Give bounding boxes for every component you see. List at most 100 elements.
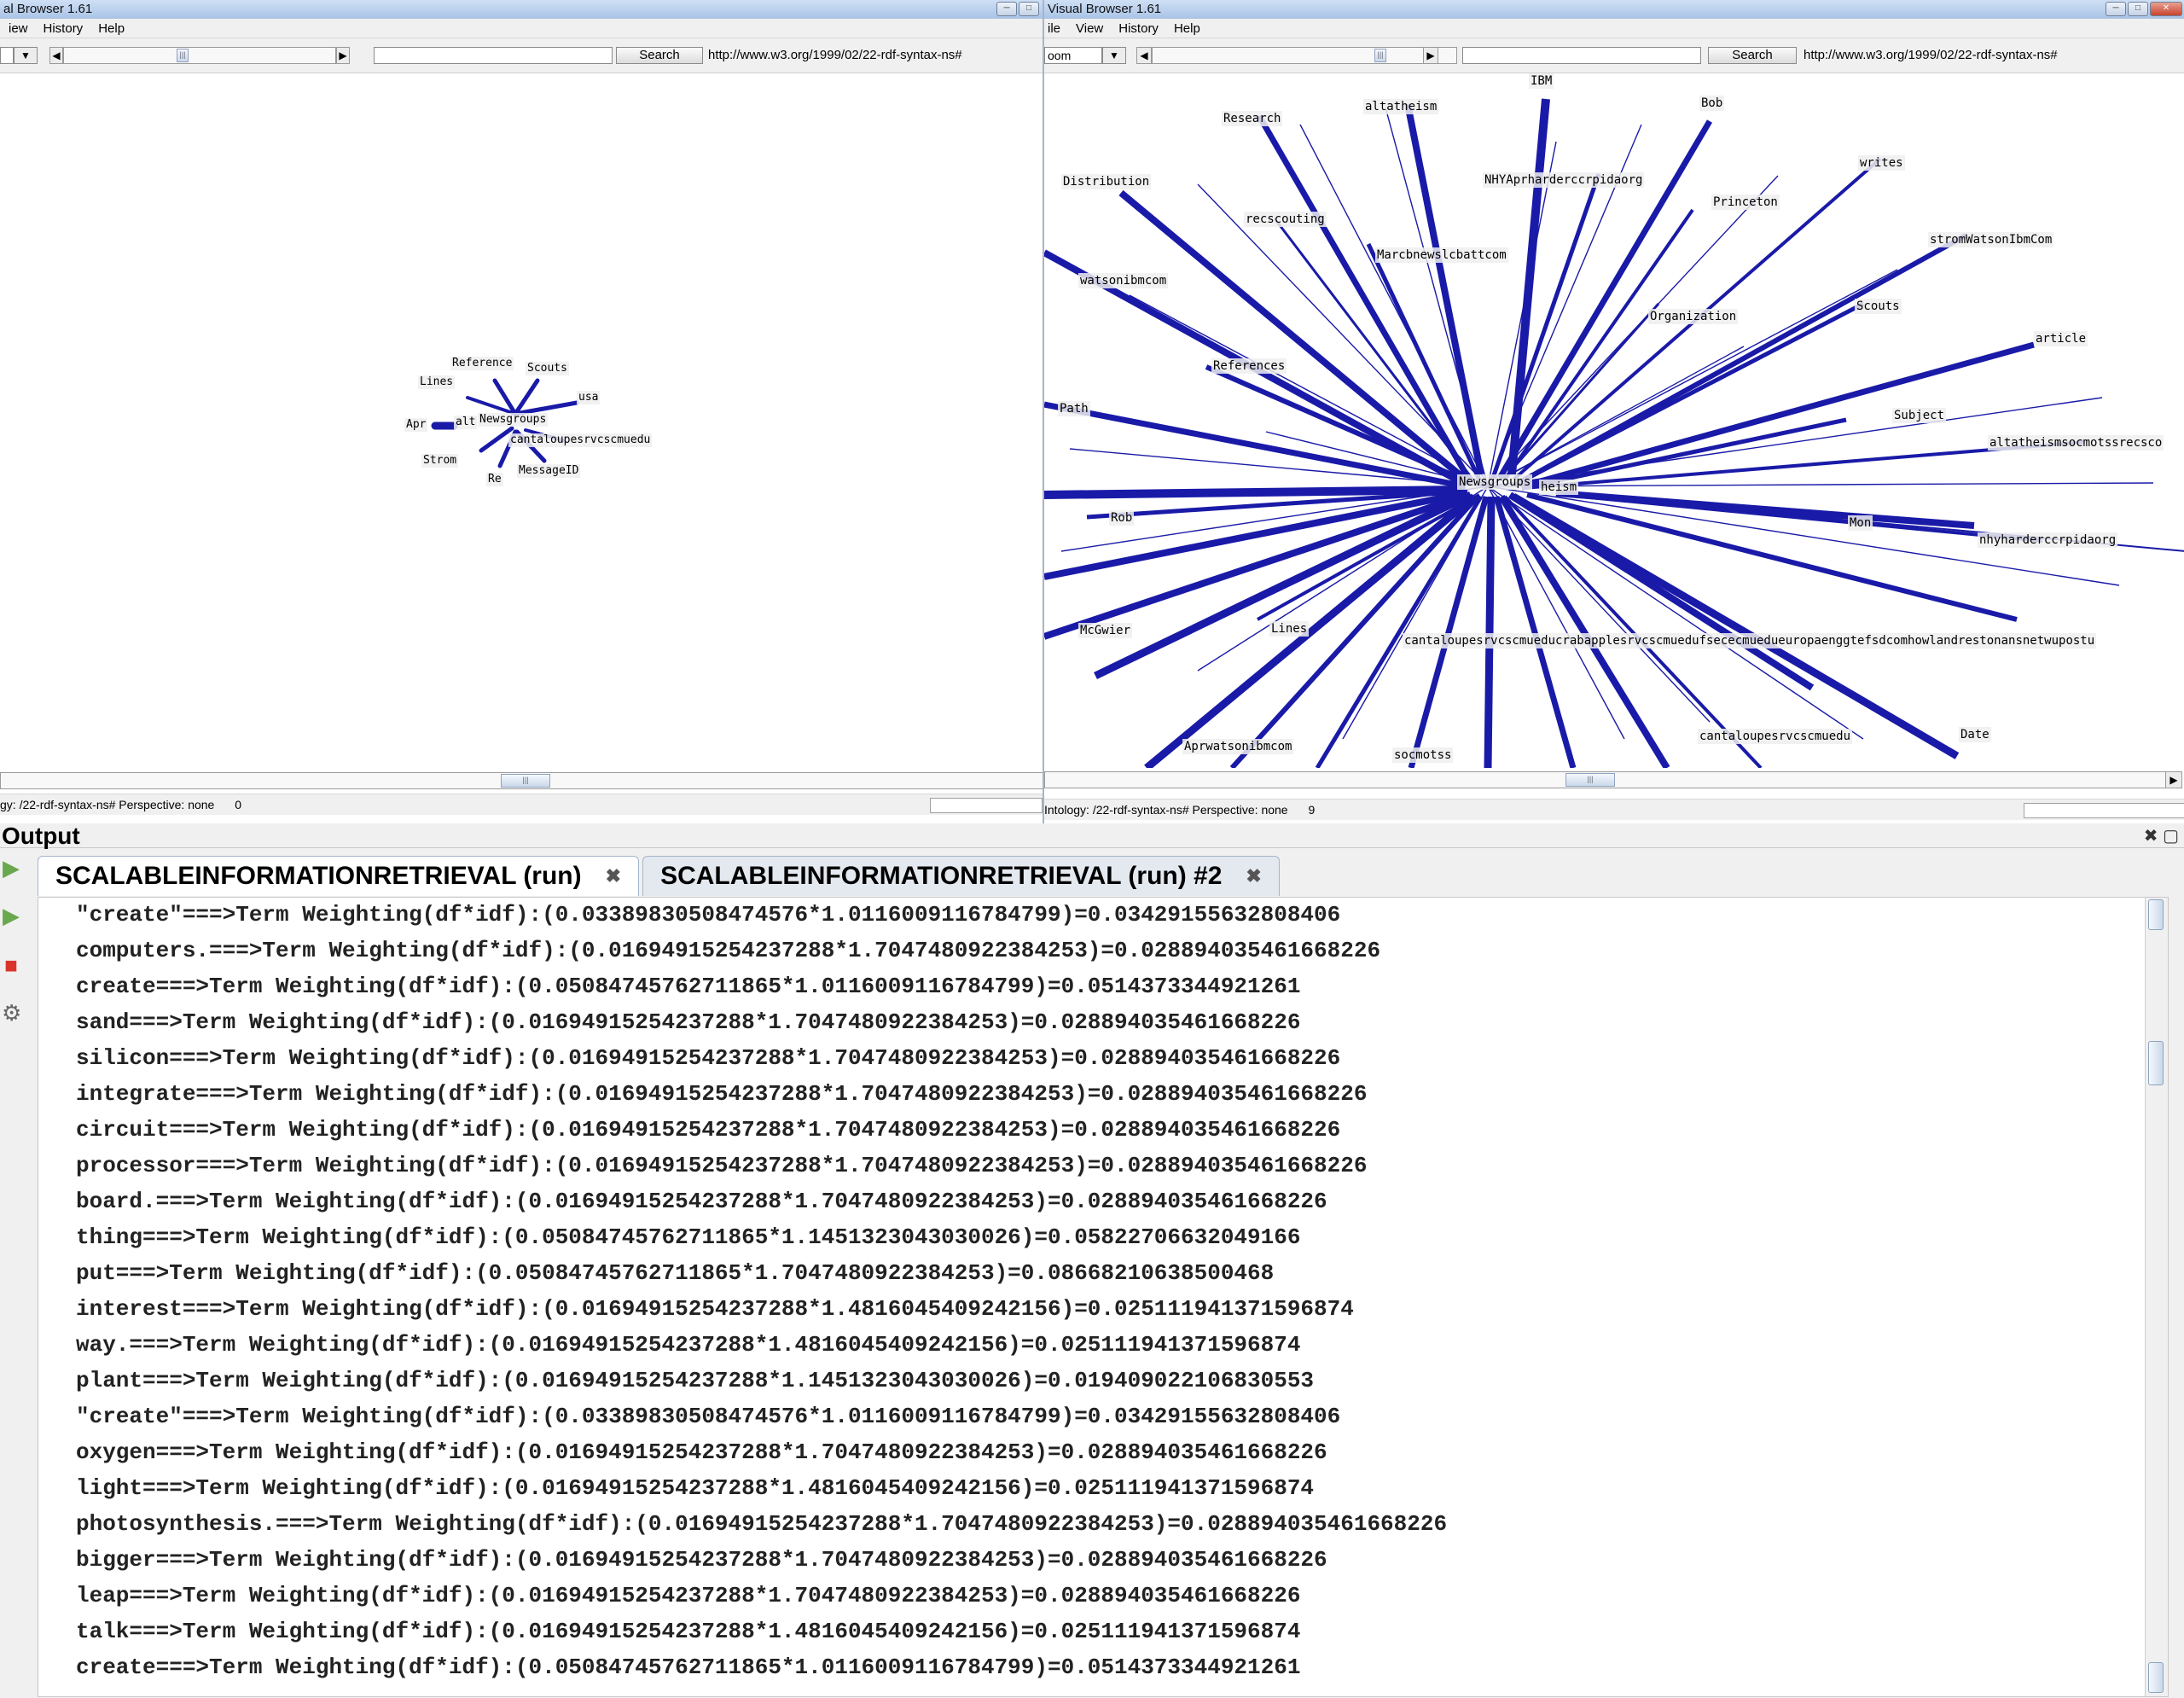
graph-node-newsgroups[interactable]: Newsgroups (478, 413, 549, 427)
chevron-down-icon[interactable]: ▼ (1102, 47, 1126, 64)
graph-node[interactable]: Apr (404, 418, 428, 432)
console-line: photosynthesis.===>Term Weighting(df*idf… (76, 1511, 1448, 1537)
console-line: way.===>Term Weighting(df*idf):(0.016949… (76, 1332, 1301, 1358)
left-status-count: 0 (235, 798, 242, 811)
graph-node-newsgroups[interactable]: Newsgroups (1457, 474, 1533, 490)
menu-help[interactable]: Help (98, 21, 125, 36)
left-horizontal-scrollbar[interactable]: ||| (0, 772, 1043, 789)
graph-node[interactable]: References (1211, 358, 1287, 374)
graph-node[interactable]: Path (1058, 401, 1090, 416)
graph-node[interactable]: recscouting (1244, 212, 1327, 227)
run-icon[interactable]: ▶ (2, 854, 20, 881)
graph-node[interactable]: Re (486, 473, 503, 486)
menu-view[interactable]: iew (9, 21, 28, 36)
graph-node[interactable]: socmotss (1392, 747, 1454, 763)
graph-node[interactable]: Subject (1892, 408, 1947, 423)
graph-node[interactable]: cantaloupesrvcscmuedu (508, 433, 653, 447)
graph-node[interactable]: Strom (421, 454, 459, 468)
graph-node[interactable]: Organization (1648, 309, 1739, 324)
graph-node[interactable]: Mon (1848, 515, 1873, 531)
console-vertical-scrollbar[interactable] (2145, 898, 2168, 1696)
scroll-up-icon[interactable] (2148, 899, 2164, 930)
graph-node[interactable]: MessageID (517, 464, 581, 478)
graph-node[interactable]: NHYAprharderccrpidaorg (1483, 172, 1645, 188)
graph-node[interactable]: Princeton (1711, 195, 1780, 210)
menu-help[interactable]: Help (1174, 21, 1200, 36)
graph-node[interactable]: cantaloupesrvcscmuedu (1698, 729, 1853, 744)
graph-node[interactable]: Rob (1109, 510, 1135, 526)
scroll-right-icon[interactable]: ▶ (336, 47, 350, 64)
graph-node[interactable]: Marcbnewslcbattcom (1375, 247, 1508, 263)
scroll-left-icon[interactable]: ◀ (49, 47, 63, 64)
search-input[interactable] (1462, 47, 1701, 64)
tab-close-icon[interactable]: ✖ (606, 865, 621, 887)
scroll-right-icon[interactable]: ▶ (1423, 47, 1438, 64)
right-status-box (2024, 803, 2184, 818)
graph-node[interactable]: Research (1222, 111, 1283, 126)
right-titlebar: Visual Browser 1.61 ─ □ ✕ (1044, 0, 2184, 19)
minimize-icon[interactable]: ─ (996, 2, 1017, 16)
graph-node[interactable]: Aprwatsonibmcom (1182, 739, 1294, 754)
graph-node[interactable]: Lines (1269, 621, 1310, 637)
graph-node[interactable]: altatheism (1363, 99, 1439, 114)
graph-node[interactable]: cantaloupesrvcscmueducrabapplesrvcscmued… (1403, 633, 2097, 648)
console-line: sand===>Term Weighting(df*idf):(0.016949… (76, 1009, 1301, 1035)
graph-node[interactable]: alt (454, 416, 478, 429)
maximize-icon[interactable]: □ (1019, 2, 1039, 16)
scrollbar-thumb[interactable] (2148, 1041, 2164, 1085)
right-graph-canvas[interactable]: IBM altatheism Research Bob writes Distr… (1044, 73, 2184, 768)
scrollbar-thumb[interactable]: ||| (1565, 773, 1615, 787)
graph-node[interactable]: writes (1858, 155, 1905, 171)
search-button[interactable]: Search (1708, 47, 1797, 64)
console-line: "create"===>Term Weighting(df*idf):(0.03… (76, 902, 1341, 928)
graph-node[interactable]: Reference (450, 357, 514, 370)
graph-node[interactable]: watsonibmcom (1078, 273, 1169, 288)
minimize-icon[interactable]: ─ (2106, 2, 2126, 16)
graph-node[interactable]: McGwier (1078, 623, 1133, 638)
tab-close-icon[interactable]: ✖ (1246, 865, 1261, 887)
graph-node[interactable]: Scouts (526, 362, 569, 375)
graph-node[interactable]: Date (1959, 727, 1991, 742)
console-line: integrate===>Term Weighting(df*idf):(0.0… (76, 1081, 1368, 1107)
scroll-down-icon[interactable] (2148, 1662, 2164, 1693)
panel-close-icon[interactable]: ✖ ▢ (2144, 825, 2179, 846)
menu-history[interactable]: History (44, 21, 84, 36)
search-button[interactable]: Search (616, 47, 703, 64)
scroll-right-icon[interactable]: ▶ (2165, 771, 2182, 788)
graph-node[interactable]: altatheismsocmotssrecsco (1988, 435, 2164, 451)
tab-run-2[interactable]: SCALABLEINFORMATIONRETRIEVAL (run) #2 ✖ (642, 856, 1280, 896)
close-icon[interactable]: ✕ (2150, 2, 2182, 16)
left-graph-canvas[interactable]: Reference Scouts Lines usa Apr alt Newsg… (0, 73, 1043, 772)
scrollbar-thumb[interactable]: ||| (501, 774, 550, 788)
slider-thumb[interactable]: ||| (177, 49, 189, 62)
graph-node[interactable]: article (2034, 331, 2088, 346)
output-console[interactable]: "create"===>Term Weighting(df*idf):(0.03… (38, 897, 2169, 1697)
tab-run[interactable]: SCALABLEINFORMATIONRETRIEVAL (run) ✖ (38, 856, 640, 896)
search-input[interactable] (374, 47, 613, 64)
console-line: thing===>Term Weighting(df*idf):(0.05084… (76, 1224, 1301, 1250)
menu-file[interactable]: ile (1048, 21, 1060, 36)
zoom-combo[interactable]: oom (1044, 47, 1102, 64)
graph-node[interactable]: stromWatsonIbmCom (1928, 232, 2054, 247)
menu-history[interactable]: History (1118, 21, 1159, 36)
stop-icon[interactable]: ■ (2, 951, 20, 979)
graph-node[interactable]: Bob (1699, 96, 1725, 111)
maximize-icon[interactable]: □ (2128, 2, 2148, 16)
graph-node[interactable]: Scouts (1855, 299, 1902, 314)
slider-thumb[interactable]: ||| (1374, 49, 1386, 62)
rerun-icon[interactable]: ▶ (2, 902, 20, 929)
menu-view[interactable]: View (1076, 21, 1103, 36)
zoom-slider[interactable]: ||| (63, 47, 336, 64)
graph-node[interactable]: Distribution (1061, 174, 1152, 189)
graph-node[interactable]: nhyharderccrpidaorg (1978, 532, 2118, 548)
zoom-slider[interactable]: ||| (1152, 47, 1457, 64)
graph-node[interactable]: usa (577, 391, 601, 404)
graph-node[interactable]: IBM (1529, 73, 1554, 89)
right-horizontal-scrollbar[interactable]: ||| (1044, 771, 2169, 788)
zoom-combo[interactable] (0, 47, 14, 64)
scroll-left-icon[interactable]: ◀ (1136, 47, 1152, 64)
graph-node[interactable]: Lines (418, 375, 456, 389)
chevron-down-icon[interactable]: ▼ (14, 47, 38, 64)
settings-icon[interactable]: ⚙ (2, 999, 21, 1026)
graph-node[interactable]: heism (1539, 480, 1579, 495)
